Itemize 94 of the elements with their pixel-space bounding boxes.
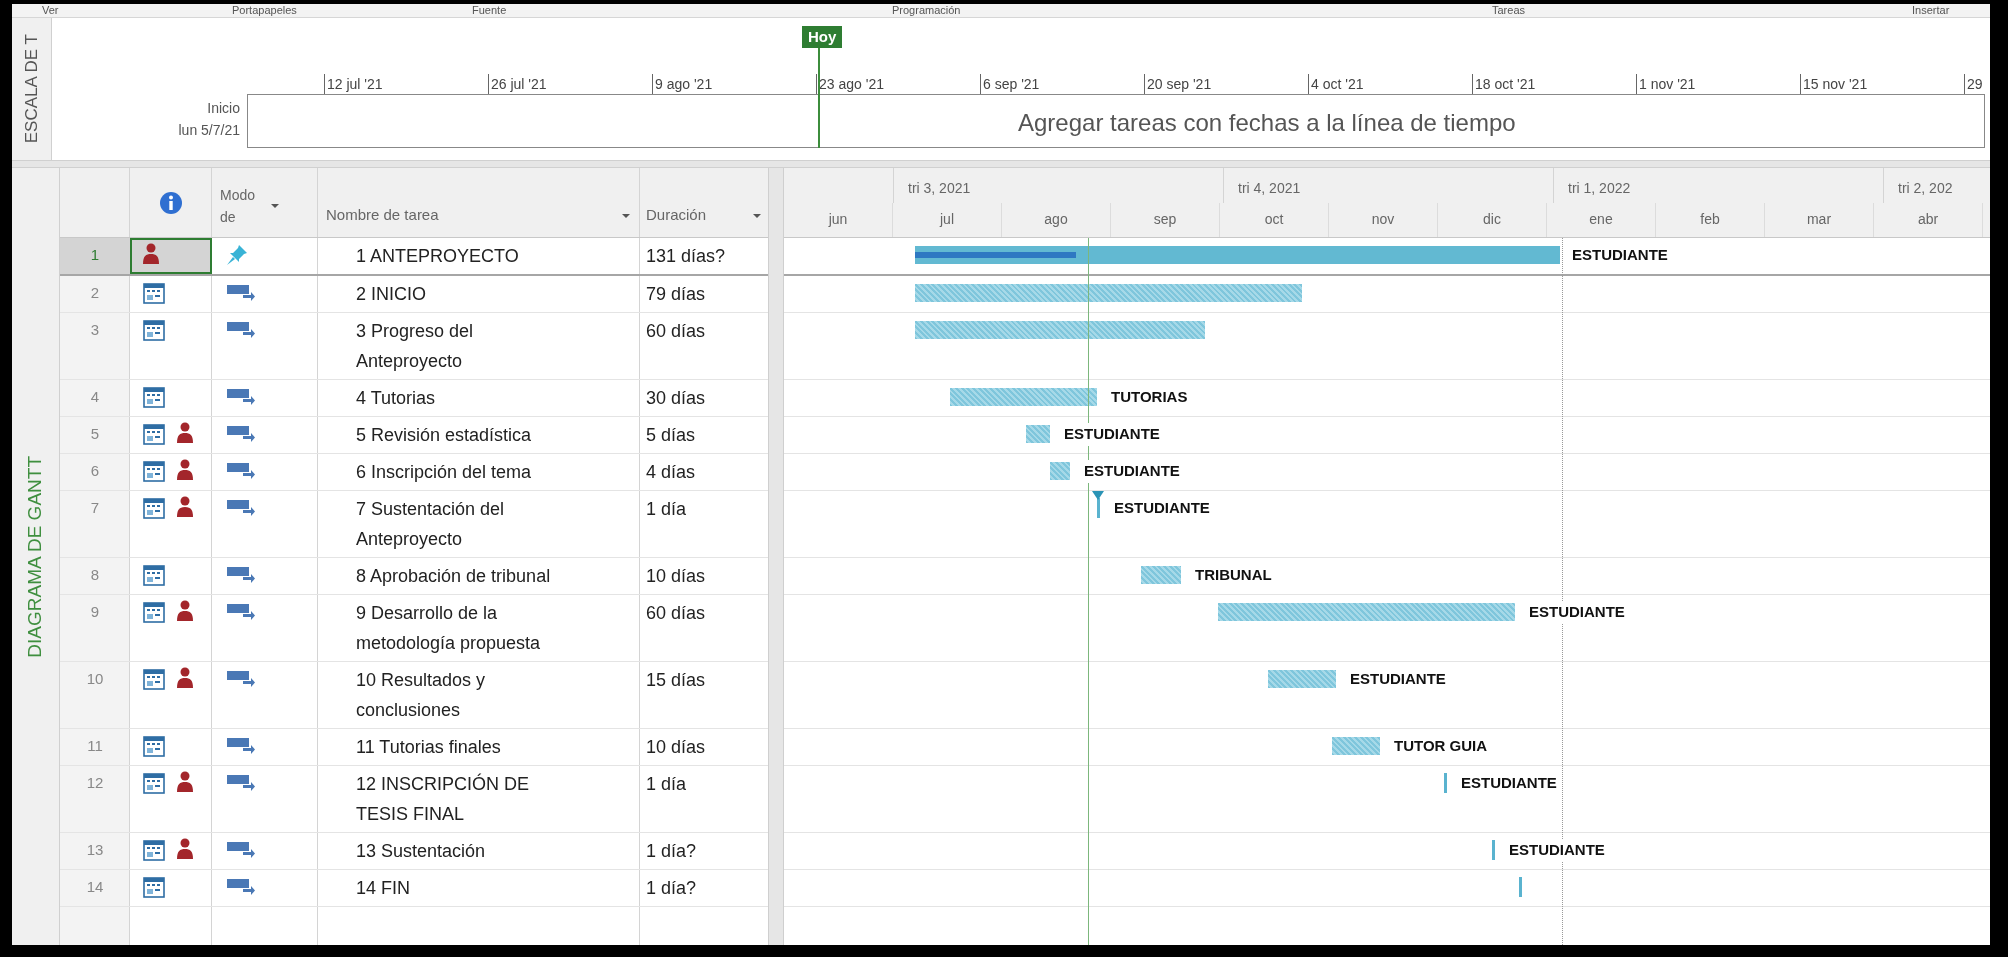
task-name: 14 FIN bbox=[356, 878, 411, 898]
duration-value: 131 días? bbox=[646, 246, 726, 266]
row-number[interactable]: 10 bbox=[60, 662, 130, 728]
dropdown-caret-icon bbox=[270, 202, 280, 209]
month-label: mar bbox=[1806, 209, 1832, 229]
duration-value: 15 días bbox=[646, 670, 706, 690]
timescale-label: 29 bbox=[1967, 75, 1983, 94]
task-name: 4 Tutorias bbox=[356, 388, 436, 408]
quarter-label: tri 1, 2022 bbox=[1568, 180, 1631, 196]
info-icon bbox=[158, 190, 183, 215]
row-number[interactable]: 3 bbox=[60, 313, 130, 379]
month-label: nov bbox=[1371, 209, 1395, 229]
timescale-label: 23 ago '21 bbox=[819, 75, 884, 94]
arrowhead-icon bbox=[1092, 491, 1104, 501]
ribbon-group-label: Tareas bbox=[1492, 4, 1526, 17]
month-label: dic bbox=[1483, 209, 1501, 229]
task-name: 7 Sustentación del Anteproyecto bbox=[356, 499, 505, 549]
timeline-side-label: ESCALA DE T bbox=[20, 34, 42, 144]
duration-value: 1 día? bbox=[646, 878, 697, 898]
duration-value: 30 días bbox=[646, 388, 706, 408]
resource-label: ESTUDIANTE bbox=[1062, 423, 1162, 446]
month-label: jun bbox=[828, 209, 848, 229]
duration-value: 60 días bbox=[646, 321, 706, 341]
month-label: abr bbox=[1917, 209, 1939, 229]
row-number[interactable]: 7 bbox=[60, 491, 130, 557]
timescale-label: 9 ago '21 bbox=[655, 75, 713, 94]
task-name: 3 Progreso del Anteproyecto bbox=[356, 321, 474, 371]
row-number[interactable]: 4 bbox=[60, 380, 130, 416]
month-label: ene bbox=[1589, 209, 1613, 229]
ribbon-group-label: Insertar bbox=[1912, 4, 1950, 17]
task-name: 11 Tutorias finales bbox=[356, 737, 501, 757]
column-header[interactable]: Duración bbox=[640, 168, 768, 237]
timescale-label: 1 nov '21 bbox=[1639, 75, 1696, 94]
quarter-label: tri 3, 2021 bbox=[908, 180, 971, 196]
row-number[interactable]: 9 bbox=[60, 595, 130, 661]
task-name: 8 Aprobación de tribunal bbox=[356, 566, 551, 586]
row-number[interactable]: 13 bbox=[60, 833, 130, 869]
task-name: 1 ANTEPROYECTO bbox=[356, 246, 519, 266]
task-name: 13 Sustentación bbox=[356, 841, 486, 861]
quarter-label: tri 4, 2021 bbox=[1238, 180, 1301, 196]
timeline-field[interactable]: Agregar tareas con fechas a la línea de tiempo bbox=[247, 94, 1985, 148]
timescale-label: 18 oct '21 bbox=[1475, 75, 1536, 94]
pane-splitter[interactable] bbox=[768, 168, 784, 945]
today-marker: Hoy bbox=[802, 26, 843, 48]
gantt-side-label: DIAGRAMA DE GANTT bbox=[23, 455, 47, 658]
month-label: oct bbox=[1264, 209, 1284, 229]
duration-value: 1 día bbox=[646, 499, 687, 519]
month-label: ago bbox=[1044, 209, 1068, 229]
row-number[interactable]: 6 bbox=[60, 454, 130, 490]
duration-value: 10 días bbox=[646, 566, 706, 586]
duration-value: 4 días bbox=[646, 462, 696, 482]
timescale-label: 6 sep '21 bbox=[983, 75, 1040, 94]
ribbon-group-label: Fuente bbox=[472, 4, 507, 17]
timescale-label: 20 sep '21 bbox=[1147, 75, 1212, 94]
task-name: 5 Revisión estadística bbox=[356, 425, 532, 445]
start-label: Inicio bbox=[206, 99, 240, 118]
duration-value: 60 días bbox=[646, 603, 706, 623]
row-number[interactable]: 12 bbox=[60, 766, 130, 832]
duration-value: 79 días bbox=[646, 284, 706, 304]
row-number[interactable]: 1 bbox=[60, 238, 130, 274]
timescale-label: 12 jul '21 bbox=[327, 75, 383, 94]
task-name: 6 Inscripción del tema bbox=[356, 462, 532, 482]
pane-splitter[interactable] bbox=[12, 160, 1990, 168]
timescale-label: 4 oct '21 bbox=[1311, 75, 1364, 94]
ribbon-group-label: Programación bbox=[892, 4, 961, 17]
ribbon-group-label: Portapapeles bbox=[232, 4, 297, 17]
task-name: 10 Resultados y conclusiones bbox=[356, 670, 486, 720]
row-number[interactable]: 8 bbox=[60, 558, 130, 594]
duration-value: 1 día? bbox=[646, 841, 697, 861]
row-number[interactable]: 2 bbox=[60, 276, 130, 312]
task-name: 12 INSCRIPCIÓN DE TESIS FINAL bbox=[356, 774, 530, 824]
dropdown-caret-icon bbox=[752, 212, 762, 219]
start-date: lun 5/7/21 bbox=[177, 121, 240, 140]
resource-label: ESTUDIANTE bbox=[1527, 601, 1627, 624]
column-header[interactable]: Modo de bbox=[212, 168, 318, 237]
column-header[interactable]: Nombre de tarea bbox=[318, 168, 640, 237]
month-label: jul bbox=[940, 209, 954, 229]
row-number[interactable]: 11 bbox=[60, 729, 130, 765]
duration-value: 1 día bbox=[646, 774, 687, 794]
timescale-label: 26 jul '21 bbox=[491, 75, 547, 94]
duration-value: 10 días bbox=[646, 737, 706, 757]
row-number[interactable]: 14 bbox=[60, 870, 130, 906]
dropdown-caret-icon bbox=[621, 212, 631, 219]
row-number[interactable]: 5 bbox=[60, 417, 130, 453]
task-name: 2 INICIO bbox=[356, 284, 426, 304]
resource-label: ESTUDIANTE bbox=[1082, 460, 1182, 483]
duration-value: 5 días bbox=[646, 425, 696, 445]
quarter-label: tri 2, 202 bbox=[1898, 180, 1953, 196]
month-label: feb bbox=[1700, 209, 1720, 229]
resource-label: ESTUDIANTE bbox=[1507, 839, 1607, 862]
task-name: 9 Desarrollo de la metodología propuesta bbox=[356, 603, 541, 653]
ribbon-group-label: Ver bbox=[42, 4, 59, 17]
month-label: sep bbox=[1153, 209, 1177, 229]
timescale-label: 15 nov '21 bbox=[1803, 75, 1868, 94]
